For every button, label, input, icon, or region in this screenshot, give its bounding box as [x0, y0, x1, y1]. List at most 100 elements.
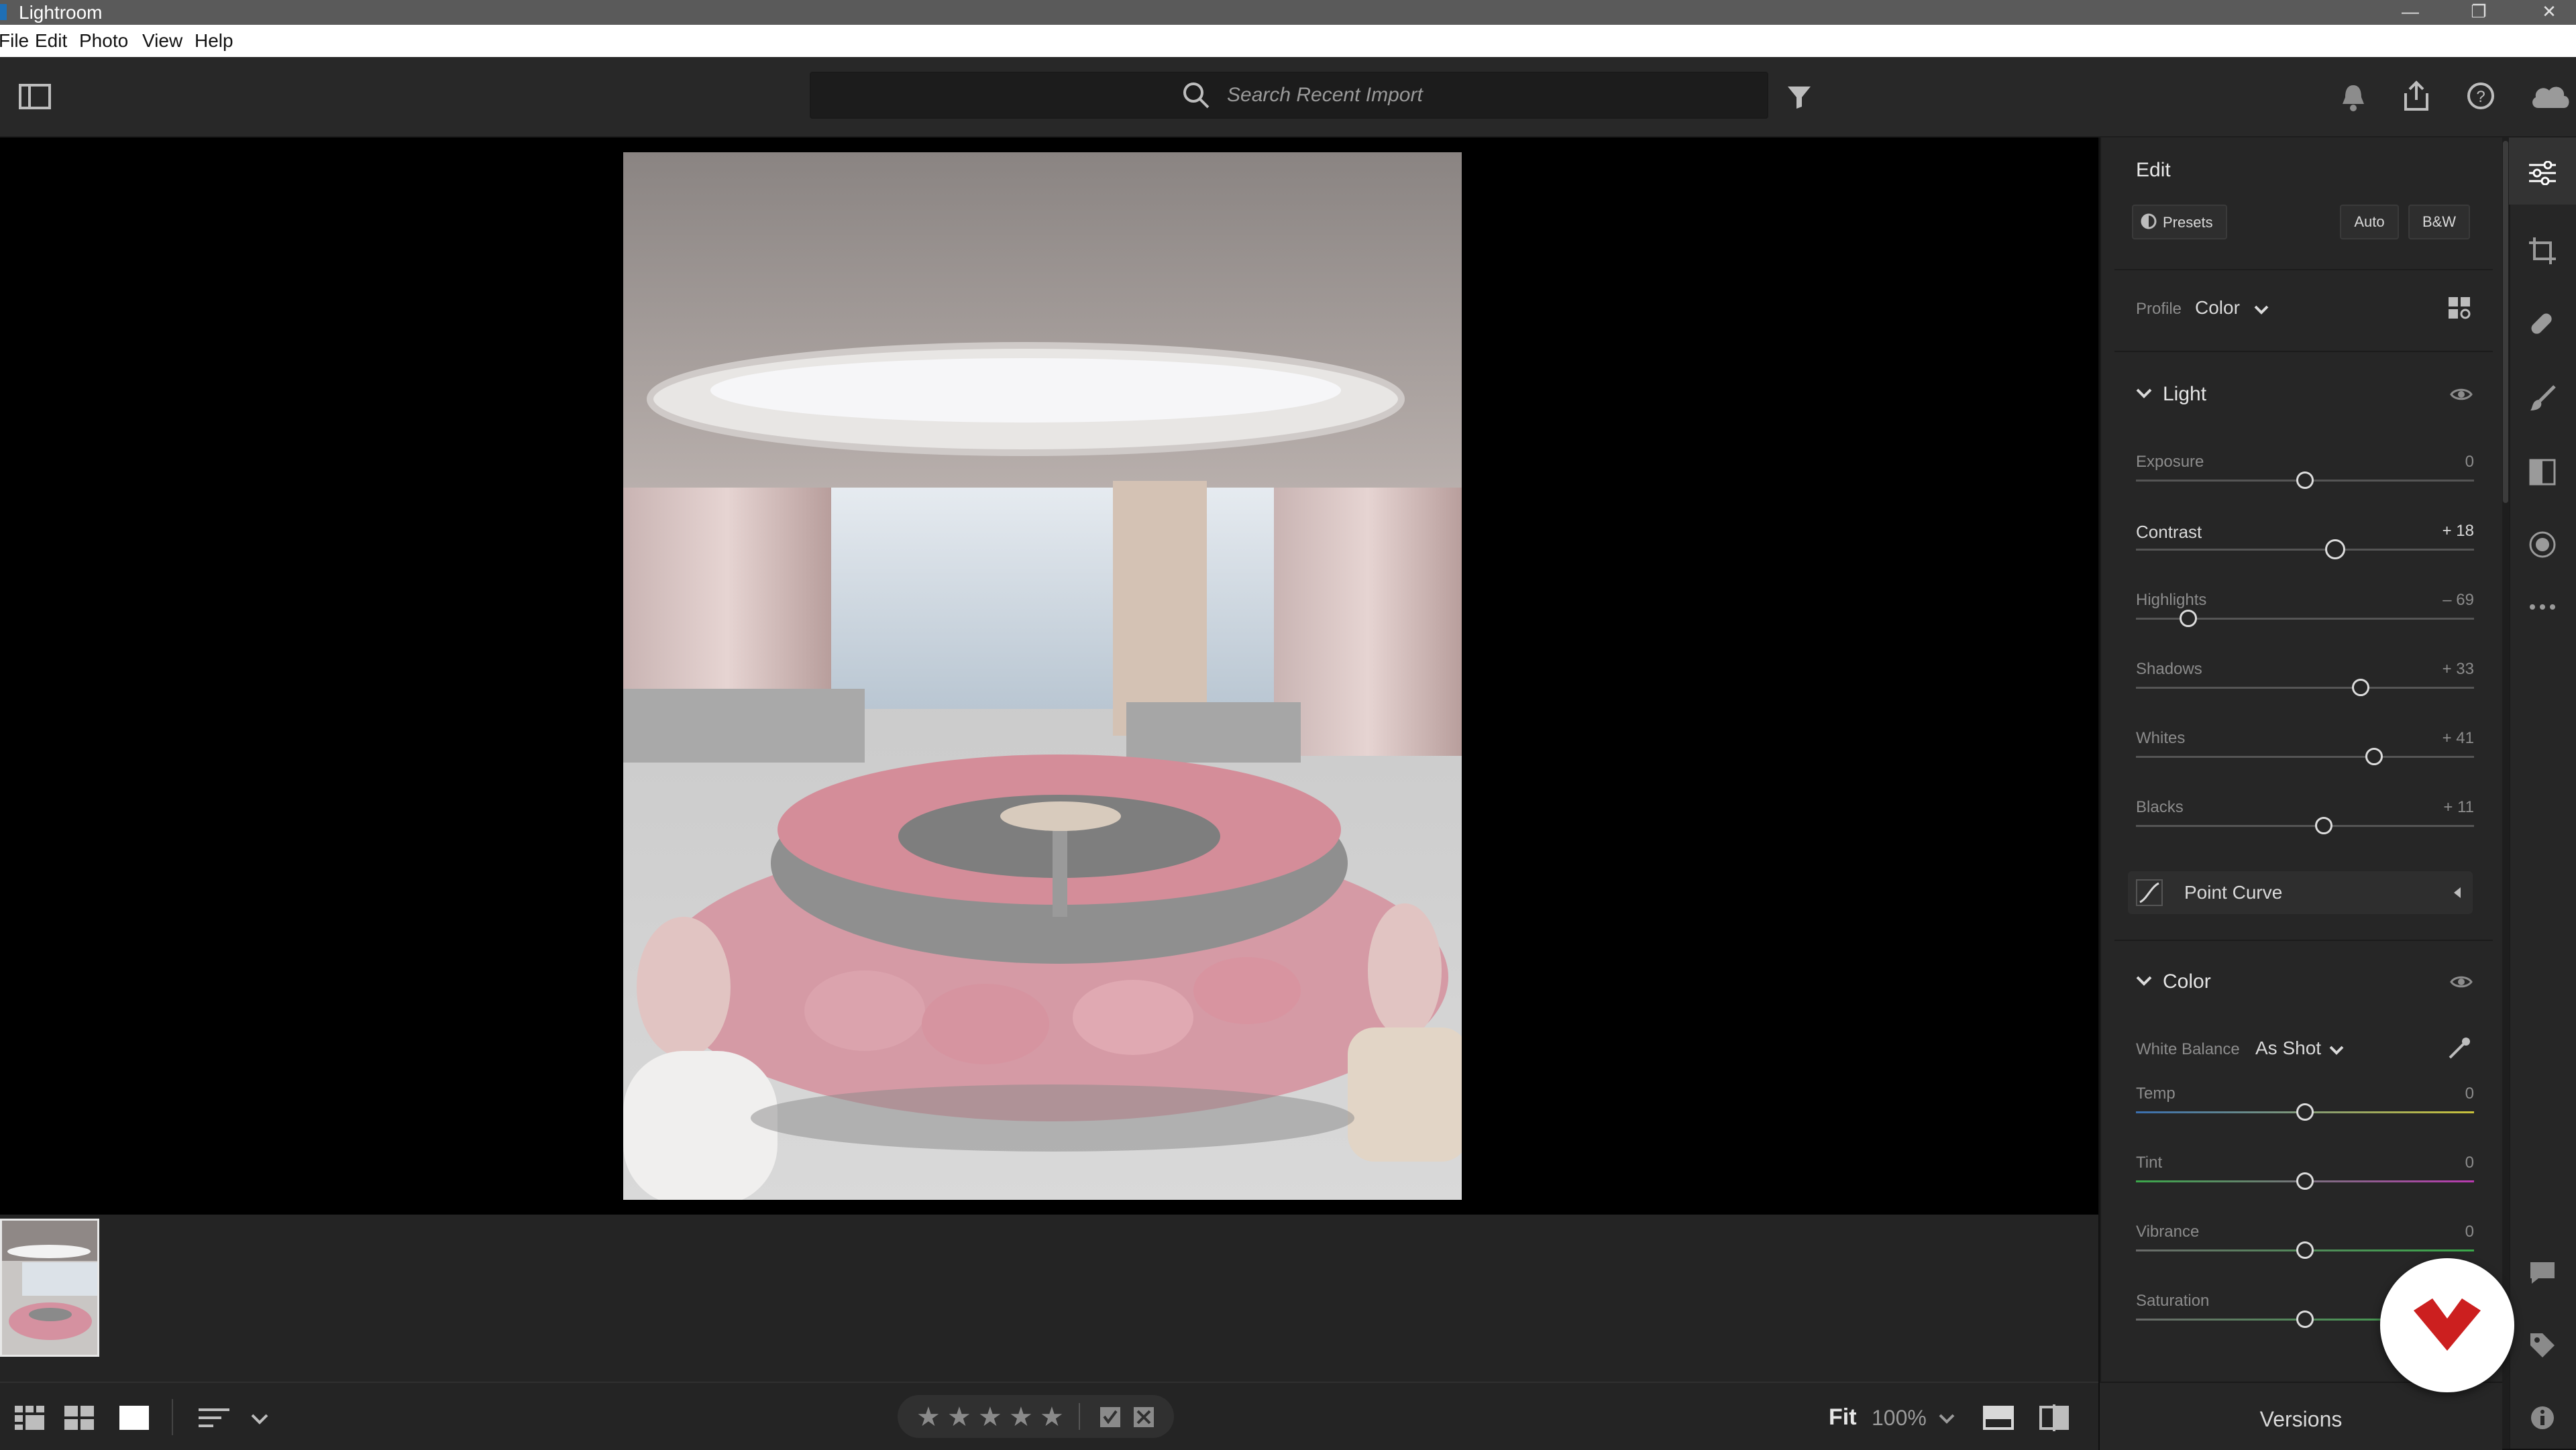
- white-balance-label: White Balance: [2136, 1040, 2240, 1058]
- color-collapse-icon[interactable]: [2136, 976, 2152, 987]
- sidebar-toggle-icon[interactable]: [19, 84, 51, 109]
- sliders-icon[interactable]: [2529, 161, 2556, 185]
- filter-icon[interactable]: [1786, 84, 1813, 111]
- shadows-slider-track[interactable]: [2136, 687, 2474, 689]
- profile-label: Profile: [2136, 300, 2182, 318]
- temp-label: Temp: [2136, 1084, 2176, 1103]
- star-3-icon[interactable]: ★: [978, 1404, 1002, 1431]
- light-collapse-icon[interactable]: [2136, 388, 2152, 399]
- flag-reject-icon[interactable]: [1132, 1406, 1155, 1429]
- square-grid-icon[interactable]: [15, 1406, 44, 1430]
- saturation-slider-handle[interactable]: [2296, 1310, 2314, 1328]
- tint-slider-handle[interactable]: [2296, 1172, 2314, 1190]
- menu-file[interactable]: File: [0, 30, 29, 52]
- white-balance-select[interactable]: As Shot: [2255, 1038, 2321, 1059]
- flag-pick-icon[interactable]: [1099, 1406, 1122, 1429]
- logo-mark-icon: [2414, 1298, 2481, 1351]
- temp-slider-handle[interactable]: [2296, 1103, 2314, 1121]
- more-icon[interactable]: [2529, 604, 2556, 610]
- linear-gradient-icon[interactable]: [2529, 459, 2556, 486]
- vibrance-label: Vibrance: [2136, 1223, 2200, 1241]
- sort-icon[interactable]: [199, 1407, 232, 1430]
- help-icon[interactable]: ?: [2466, 81, 2496, 111]
- search-icon: [1182, 81, 1210, 109]
- bw-button[interactable]: B&W: [2408, 205, 2470, 239]
- search-input[interactable]: Search Recent Import: [810, 72, 1768, 119]
- menu-view[interactable]: View: [142, 30, 182, 52]
- info-icon[interactable]: [2530, 1406, 2555, 1430]
- close-button[interactable]: ✕: [2522, 0, 2576, 25]
- profile-chevron-icon[interactable]: [2254, 305, 2269, 315]
- crop-icon[interactable]: [2529, 237, 2556, 264]
- shadows-value[interactable]: + 33: [2394, 660, 2474, 679]
- blacks-slider-track[interactable]: [2136, 825, 2474, 827]
- profile-select[interactable]: Color: [2195, 297, 2240, 319]
- menu-help[interactable]: Help: [195, 30, 233, 52]
- whites-slider-handle[interactable]: [2365, 748, 2383, 765]
- radial-gradient-icon[interactable]: [2529, 531, 2556, 558]
- divider: [2114, 269, 2493, 270]
- shadows-slider-handle[interactable]: [2352, 679, 2370, 696]
- presets-label: Presets: [2163, 214, 2213, 231]
- search-placeholder: Search Recent Import: [1227, 84, 1423, 106]
- temp-value[interactable]: 0: [2394, 1084, 2474, 1103]
- filmstrip: [0, 1215, 2098, 1382]
- zoom-chevron-icon[interactable]: [1939, 1414, 1955, 1425]
- grid-view-icon[interactable]: [64, 1406, 94, 1430]
- wb-chevron-icon[interactable]: [2329, 1046, 2344, 1055]
- share-icon[interactable]: [2402, 80, 2431, 112]
- panel-scrollbar-thumb[interactable]: [2503, 141, 2508, 503]
- app-icon: [0, 4, 7, 20]
- menu-photo[interactable]: Photo: [79, 30, 128, 52]
- blacks-value[interactable]: + 11: [2394, 798, 2474, 817]
- cloud-icon[interactable]: [2529, 81, 2572, 111]
- profile-browser-icon[interactable]: [2447, 296, 2471, 320]
- zoom-select[interactable]: 100%: [1872, 1406, 1927, 1431]
- highlights-label: Highlights: [2136, 591, 2207, 609]
- bell-icon[interactable]: [2340, 82, 2367, 112]
- eyedropper-icon[interactable]: [2446, 1035, 2473, 1062]
- vibrance-slider-handle[interactable]: [2296, 1241, 2314, 1259]
- compare-icon[interactable]: [2039, 1404, 2069, 1431]
- light-section-title[interactable]: Light: [2163, 383, 2206, 406]
- color-visibility-icon[interactable]: [2450, 974, 2473, 989]
- vibrance-value[interactable]: 0: [2394, 1223, 2474, 1241]
- color-section-title[interactable]: Color: [2163, 970, 2211, 993]
- chevron-down-icon[interactable]: [251, 1414, 268, 1425]
- tag-icon[interactable]: [2529, 1332, 2556, 1359]
- whites-label: Whites: [2136, 729, 2186, 747]
- restore-button[interactable]: ❐: [2452, 0, 2506, 25]
- star-2-icon[interactable]: ★: [947, 1404, 971, 1431]
- star-4-icon[interactable]: ★: [1009, 1404, 1033, 1431]
- star-5-icon[interactable]: ★: [1040, 1404, 1064, 1431]
- light-visibility-icon[interactable]: [2450, 387, 2473, 402]
- point-curve-row[interactable]: Point Curve: [2128, 871, 2473, 914]
- highlights-value[interactable]: – 69: [2394, 591, 2474, 610]
- comment-icon[interactable]: [2529, 1261, 2556, 1285]
- detail-view-icon[interactable]: [119, 1406, 149, 1430]
- brush-icon[interactable]: [2529, 385, 2556, 412]
- highlights-slider-handle[interactable]: [2180, 610, 2198, 627]
- healing-icon[interactable]: [2529, 311, 2556, 338]
- exposure-value[interactable]: 0: [2394, 453, 2474, 471]
- auto-button[interactable]: Auto: [2340, 205, 2399, 239]
- contrast-slider-track[interactable]: [2136, 549, 2474, 551]
- fit-button[interactable]: Fit: [1829, 1404, 1857, 1431]
- presets-button[interactable]: Presets: [2132, 205, 2227, 239]
- divider: [1079, 1403, 1080, 1430]
- window-title: Lightroom: [19, 2, 103, 23]
- star-1-icon[interactable]: ★: [916, 1404, 941, 1431]
- whites-slider-track[interactable]: [2136, 756, 2474, 758]
- whites-value[interactable]: + 41: [2394, 729, 2474, 748]
- blacks-slider-handle[interactable]: [2314, 817, 2332, 834]
- tint-value[interactable]: 0: [2394, 1154, 2474, 1172]
- menu-edit[interactable]: Edit: [35, 30, 67, 52]
- photo-preview[interactable]: [623, 152, 1462, 1200]
- exposure-slider-handle[interactable]: [2296, 471, 2314, 489]
- contrast-slider-handle[interactable]: [2325, 539, 2346, 559]
- logo-badge: [2380, 1258, 2514, 1392]
- before-after-icon[interactable]: [1983, 1406, 2014, 1430]
- minimize-button[interactable]: —: [2383, 0, 2437, 25]
- filmstrip-thumbnail[interactable]: [0, 1219, 99, 1357]
- contrast-value[interactable]: + 18: [2394, 522, 2474, 541]
